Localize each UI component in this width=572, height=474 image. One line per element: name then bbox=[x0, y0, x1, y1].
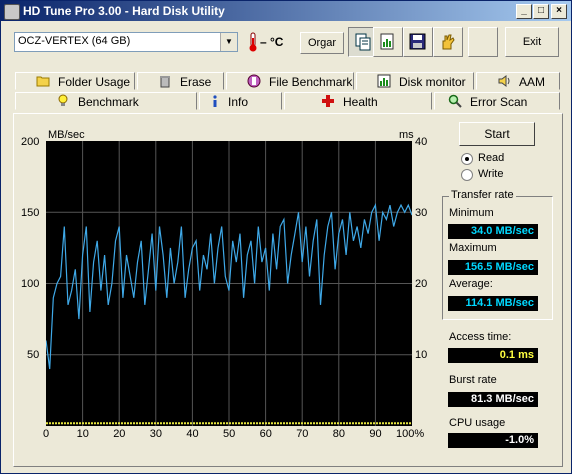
tab-label: Disk monitor bbox=[399, 75, 466, 89]
y-axis-label: MB/sec bbox=[48, 129, 85, 141]
maximum-label: Maximum bbox=[449, 242, 497, 254]
tab-label: Health bbox=[343, 95, 378, 109]
y-tick: 50 bbox=[27, 349, 40, 361]
save-button[interactable] bbox=[403, 27, 433, 57]
average-value: 114.1 MB/sec bbox=[448, 296, 538, 311]
y2-tick: 20 bbox=[415, 278, 428, 290]
tab-label: Info bbox=[228, 95, 249, 109]
x-tick: 20 bbox=[113, 428, 126, 440]
x-tick: 50 bbox=[223, 428, 236, 440]
health-cross-icon bbox=[322, 95, 334, 107]
chart-svg bbox=[45, 141, 413, 426]
copy-icon bbox=[355, 33, 371, 51]
info-icon bbox=[213, 95, 217, 107]
x-tick: 80 bbox=[332, 428, 346, 440]
tab-folder-usage[interactable]: Folder Usage bbox=[15, 72, 135, 90]
thermometer-icon bbox=[249, 32, 257, 52]
tab-aam[interactable]: AAM bbox=[476, 72, 560, 90]
y-tick: 100 bbox=[21, 278, 40, 290]
y-tick: 200 bbox=[21, 136, 40, 148]
tab-file-benchmark[interactable]: File Benchmark bbox=[226, 72, 354, 90]
burst-rate-label: Burst rate bbox=[449, 374, 497, 386]
cpu-usage-value: -1.0% bbox=[448, 433, 538, 448]
x-tick: 0 bbox=[43, 428, 50, 440]
bulb-icon bbox=[58, 94, 68, 106]
magnifier-icon bbox=[448, 94, 462, 108]
folder-icon bbox=[36, 76, 50, 87]
options-button[interactable] bbox=[433, 27, 463, 57]
orgar-button[interactable]: Orgar bbox=[300, 32, 344, 54]
x-tick: 40 bbox=[186, 428, 199, 440]
transfer-rate-title: Transfer rate bbox=[449, 189, 516, 201]
read-radio-label: Read bbox=[478, 152, 505, 164]
maximize-button[interactable]: □ bbox=[533, 4, 549, 19]
chart-icon bbox=[377, 74, 391, 88]
x-tick: 100% bbox=[396, 428, 425, 440]
title-bar: HD Tune Pro 3.00 - Hard Disk Utility _ □… bbox=[1, 1, 571, 21]
document-chart-icon bbox=[380, 33, 394, 50]
average-label: Average: bbox=[449, 278, 493, 290]
x-tick: 30 bbox=[149, 428, 163, 440]
maximum-value: 156.5 MB/sec bbox=[448, 260, 538, 275]
screenshot-button[interactable] bbox=[373, 27, 403, 57]
tab-disk-monitor[interactable]: Disk monitor bbox=[356, 72, 474, 90]
minimum-value: 34.0 MB/sec bbox=[448, 224, 538, 239]
file-benchmark-icon bbox=[247, 74, 261, 88]
blank-button[interactable] bbox=[468, 27, 498, 57]
speaker-icon bbox=[498, 75, 510, 87]
trash-icon bbox=[160, 76, 170, 88]
tab-benchmark[interactable]: Benchmark bbox=[15, 92, 197, 110]
tab-label: Error Scan bbox=[470, 95, 528, 109]
x-tick: 70 bbox=[296, 428, 309, 440]
y-tick: 150 bbox=[21, 207, 40, 219]
temperature-readout: – °C bbox=[260, 35, 284, 49]
main-window: HD Tune Pro 3.00 - Hard Disk Utility _ □… bbox=[0, 0, 572, 474]
radio-selected-dot bbox=[465, 157, 469, 161]
tab-health[interactable]: Health bbox=[284, 92, 432, 110]
access-time-value: 0.1 ms bbox=[448, 348, 538, 363]
write-radio[interactable] bbox=[461, 169, 473, 181]
burst-rate-value: 81.3 MB/sec bbox=[448, 392, 538, 407]
drive-select-value: OCZ-VERTEX (64 GB) bbox=[18, 35, 131, 47]
exit-button[interactable]: Exit bbox=[505, 27, 559, 57]
tab-label: AAM bbox=[519, 75, 546, 89]
drive-select[interactable]: OCZ-VERTEX (64 GB) ▼ bbox=[14, 32, 238, 52]
access-time-label: Access time: bbox=[449, 331, 512, 343]
read-radio[interactable] bbox=[461, 153, 473, 165]
floppy-disk-icon bbox=[409, 33, 426, 50]
x-tick: 90 bbox=[369, 428, 382, 440]
hand-icon bbox=[442, 34, 455, 50]
app-icon bbox=[4, 4, 20, 20]
transfer-chart bbox=[45, 141, 413, 426]
chevron-down-icon[interactable]: ▼ bbox=[220, 33, 237, 51]
y2-tick: 40 bbox=[415, 136, 428, 148]
start-button[interactable]: Start bbox=[459, 122, 535, 146]
tab-label: Benchmark bbox=[78, 95, 139, 109]
minimize-button[interactable]: _ bbox=[516, 4, 532, 19]
x-tick: 10 bbox=[76, 428, 89, 440]
minimum-label: Minimum bbox=[449, 207, 494, 219]
y2-axis-label: ms bbox=[399, 129, 414, 141]
tab-label: File Benchmark bbox=[269, 75, 353, 89]
tab-label: Erase bbox=[180, 75, 212, 89]
y2-tick: 30 bbox=[415, 207, 428, 219]
tab-info[interactable]: Info bbox=[199, 92, 282, 110]
window-title: HD Tune Pro 3.00 - Hard Disk Utility bbox=[23, 4, 225, 18]
close-button[interactable]: × bbox=[551, 4, 567, 19]
write-radio-label: Write bbox=[478, 168, 504, 180]
y2-tick: 10 bbox=[415, 349, 428, 361]
x-tick: 60 bbox=[259, 428, 272, 440]
cpu-usage-label: CPU usage bbox=[449, 417, 506, 429]
tab-label: Folder Usage bbox=[58, 75, 131, 89]
tab-error-scan[interactable]: Error Scan bbox=[434, 92, 560, 110]
tab-erase[interactable]: Erase bbox=[137, 72, 224, 90]
